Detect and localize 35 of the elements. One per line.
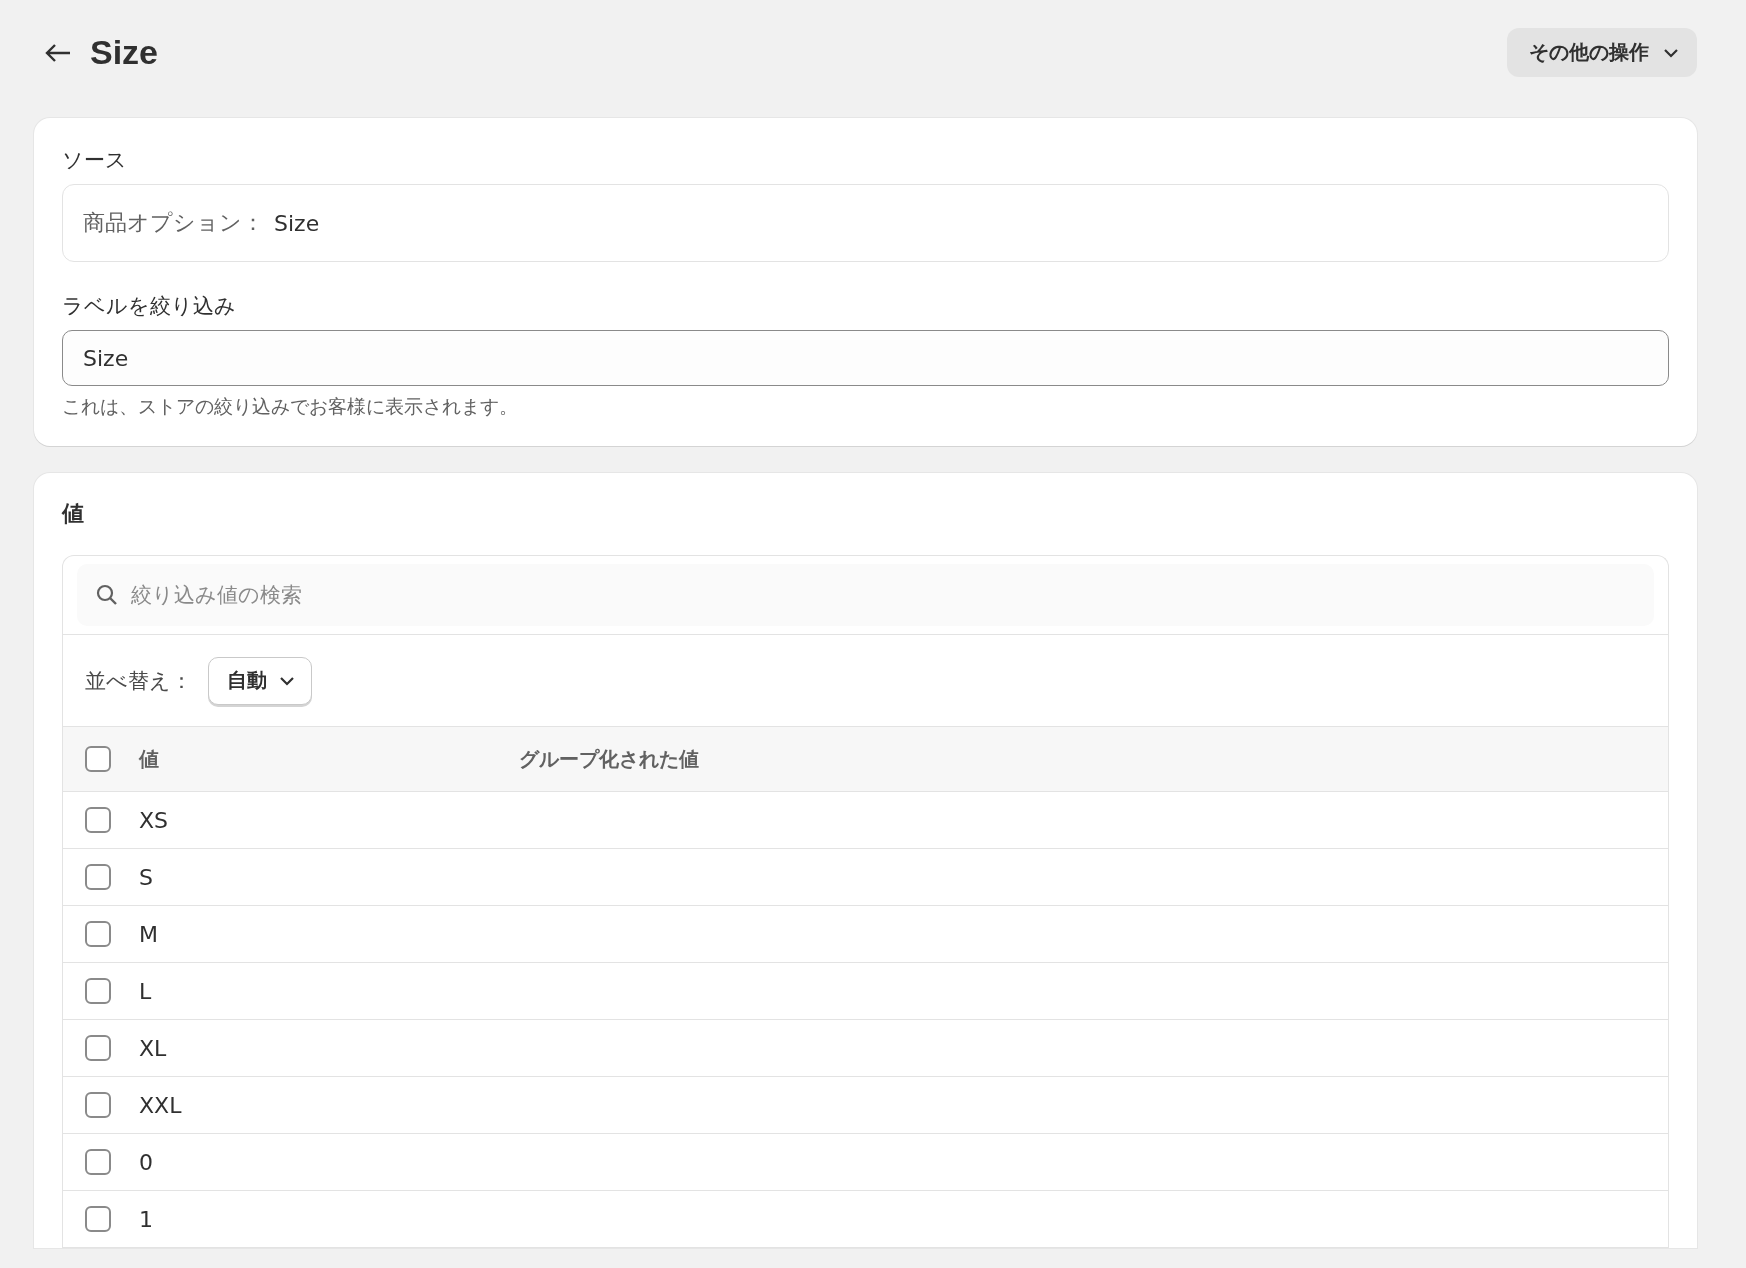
- row-checkbox[interactable]: [85, 807, 111, 833]
- row-checkbox[interactable]: [85, 1092, 111, 1118]
- value-cell-text: S: [139, 864, 154, 890]
- row-checkbox[interactable]: [85, 978, 111, 1004]
- row-checkbox[interactable]: [85, 1206, 111, 1232]
- search-placeholder: 絞り込み値の検索: [131, 582, 302, 609]
- row-checkbox[interactable]: [85, 1035, 111, 1061]
- page-title: Size: [90, 33, 159, 72]
- filter-label-input[interactable]: Size: [62, 330, 1669, 386]
- values-heading: 値: [62, 500, 85, 528]
- value-cell-text: XS: [139, 807, 170, 833]
- column-header: 値: [139, 745, 160, 773]
- column-header: グループ化された値: [519, 745, 699, 773]
- chevron-down-icon: [279, 675, 295, 686]
- source-heading: ソース: [62, 147, 128, 174]
- row-checkbox[interactable]: [85, 921, 111, 947]
- search-icon: [95, 583, 119, 607]
- row-checkbox[interactable]: [85, 1149, 111, 1175]
- sort-dropdown[interactable]: 自動: [208, 656, 312, 705]
- filter-label-heading: ラベルを絞り込み: [62, 293, 237, 320]
- help-text: これは、ストアの絞り込みでお客様に表示されます。: [62, 394, 519, 419]
- sort-label: 並べ替え：: [85, 667, 192, 695]
- row-checkbox[interactable]: [85, 864, 111, 890]
- more-actions-button[interactable]: その他の操作: [1507, 28, 1697, 77]
- value-cell-text: L: [139, 978, 153, 1004]
- value-cell-text: 0: [139, 1149, 154, 1175]
- value-cell-text: XXL: [139, 1092, 183, 1118]
- chevron-down-icon: [1663, 47, 1679, 58]
- value-cell-text: 1: [139, 1206, 154, 1232]
- value-cell-text: XL: [139, 1035, 168, 1061]
- source-value: Size: [274, 210, 320, 236]
- value-cell-text: M: [139, 921, 159, 947]
- source-label: 商品オプション：: [83, 209, 264, 237]
- select-all-checkbox[interactable]: [85, 746, 111, 772]
- back-arrow-icon[interactable]: [44, 41, 72, 64]
